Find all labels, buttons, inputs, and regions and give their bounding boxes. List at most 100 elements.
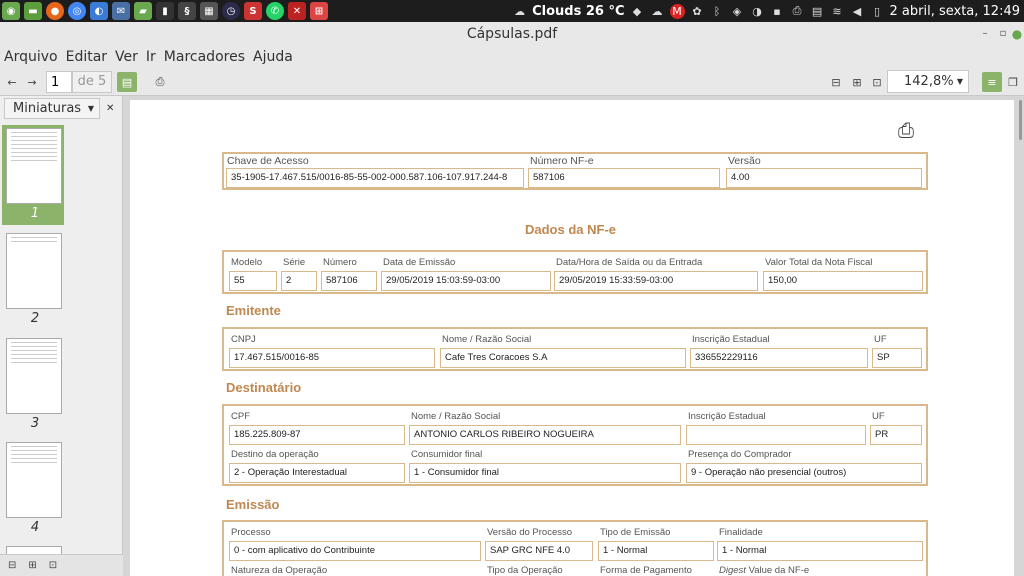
terminal-icon[interactable]: ▮ — [156, 2, 174, 20]
clock-icon[interactable]: ◷ — [222, 2, 240, 20]
bookmark-add-icon[interactable]: ⊡ — [49, 560, 57, 571]
cnpj-label: CNPJ — [231, 334, 256, 345]
thumbnail-page-1[interactable] — [6, 128, 62, 204]
wifi-icon[interactable]: ≋ — [830, 4, 845, 19]
saida-value: 29/05/2019 15:33:59-03:00 — [554, 271, 758, 291]
volume-icon[interactable]: ◀ — [850, 4, 865, 19]
firefox-icon[interactable]: ● — [46, 2, 64, 20]
folder-icon[interactable]: ▰ — [134, 2, 152, 20]
forward-icon[interactable]: → — [24, 72, 40, 92]
dest-ie-label: Inscrição Estadual — [688, 411, 766, 422]
serie-label: Série — [283, 257, 306, 268]
continuous-view-icon[interactable]: ⊟ — [830, 72, 842, 92]
dest-uf-value: PR — [870, 425, 922, 445]
mega-icon[interactable]: M — [669, 3, 685, 19]
maximize-icon[interactable]: ▫ — [996, 27, 1010, 41]
bluetooth-icon[interactable]: ᛒ — [710, 4, 725, 19]
printer-icon[interactable]: ⎙ — [790, 4, 805, 19]
thumbnail-label: 3 — [30, 416, 40, 431]
emissao-label: Data de Emissão — [383, 257, 456, 268]
window-titlebar: Cápsulas.pdf – ▫ ● — [0, 22, 1024, 46]
fit-page-icon[interactable]: ⊡ — [871, 72, 883, 92]
menu-ir[interactable]: Ir — [142, 49, 160, 65]
clipboard-icon[interactable]: ▤ — [810, 4, 825, 19]
clock-text[interactable]: 2 abril, sexta, 12:49 — [890, 4, 1020, 19]
section-destinatario-title: Destinatário — [226, 380, 302, 395]
destino-value: 2 - Operação Interestadual — [229, 463, 405, 483]
presenca-value: 9 - Operação não presencial (outros) — [686, 463, 922, 483]
menu-arquivo[interactable]: Arquivo — [0, 49, 62, 65]
settings-icon[interactable]: § — [178, 2, 196, 20]
flag-icon[interactable]: ✕ — [288, 2, 306, 20]
browser-icon[interactable]: ◐ — [90, 2, 108, 20]
sidebar-mode-select[interactable]: Miniaturas ▼ — [4, 97, 100, 119]
mail-icon[interactable]: ✉ — [112, 2, 130, 20]
menu-editar[interactable]: Editar — [62, 49, 111, 65]
chave-value: 35-1905-17.467.515/0016-85-55-002-000.58… — [226, 168, 524, 188]
app-icon[interactable]: S — [244, 2, 262, 20]
dropbox-icon[interactable]: ◆ — [630, 4, 645, 19]
processo-value: 0 - com aplicativo do Contribuinte — [229, 541, 481, 561]
print-icon[interactable]: ⎙ — [152, 72, 168, 92]
weather-text[interactable]: Clouds 26 °C — [532, 4, 624, 19]
section-emissao-title: Emissão — [226, 497, 280, 512]
finalidade-label: Finalidade — [719, 527, 763, 538]
thumbnail-label: 4 — [30, 520, 40, 535]
access-key-box: Chave de Acesso 35-1905-17.467.515/0016-… — [222, 152, 928, 190]
menu-hamburger-icon[interactable]: ≡ — [982, 72, 1002, 92]
menu-icon[interactable]: ◉ — [2, 2, 20, 20]
collapse-all-icon[interactable]: ⊟ — [8, 560, 16, 571]
calculator-icon[interactable]: ▦ — [200, 2, 218, 20]
shield-icon[interactable]: ◈ — [730, 4, 745, 19]
dual-page-icon[interactable]: ⊞ — [851, 72, 863, 92]
emitente-nome-label: Nome / Razão Social — [442, 334, 532, 345]
game-icon[interactable]: ⊞ — [310, 2, 328, 20]
menu-ver[interactable]: Ver — [111, 49, 142, 65]
zoom-select[interactable]: 142,8% ▼ — [887, 70, 969, 93]
sidebar-toggle-icon[interactable]: ▤ — [117, 72, 137, 92]
natureza-label: Natureza da Operação — [231, 565, 328, 576]
dest-uf-label: UF — [872, 411, 885, 422]
thumbnail-page-4[interactable] — [6, 442, 62, 518]
numero-nfe-value: 587106 — [528, 168, 720, 188]
chrome-icon[interactable]: ◎ — [68, 2, 86, 20]
emitente-ie-value: 336552229116 — [690, 348, 868, 368]
pdf-page: ⎙ Chave de Acesso 35-1905-17.467.515/001… — [130, 100, 1014, 576]
section-emitente-title: Emitente — [226, 303, 281, 318]
emitente-ie-label: Inscrição Estadual — [692, 334, 770, 345]
battery-icon[interactable]: ▯ — [870, 4, 885, 19]
tipo-operacao-label: Tipo da Operação — [487, 565, 563, 576]
menu-ajuda[interactable]: Ajuda — [249, 49, 297, 65]
chat-icon[interactable]: ▪ — [770, 4, 785, 19]
modelo-label: Modelo — [231, 257, 263, 268]
vpn-icon[interactable]: ◑ — [750, 4, 765, 19]
page-number-input[interactable] — [46, 71, 72, 93]
dest-nome-label: Nome / Razão Social — [411, 411, 501, 422]
document-view[interactable]: ⎙ Chave de Acesso 35-1905-17.467.515/001… — [124, 96, 1024, 576]
files-icon[interactable]: ▬ — [24, 2, 42, 20]
close-icon[interactable]: ● — [1010, 27, 1024, 41]
sidebar-footer: ⊟ ⊞ ⊡ — [0, 554, 123, 576]
dados-box: Modelo 55 Série 2 Número 587106 Data de … — [222, 250, 928, 294]
window-title: Cápsulas.pdf — [466, 26, 558, 42]
dest-nome-value: ANTONIO CARLOS RIBEIRO NOGUEIRA — [409, 425, 681, 445]
updates-icon[interactable]: ✿ — [690, 4, 705, 19]
emissao-value: 29/05/2019 15:03:59-03:00 — [381, 271, 551, 291]
thumbnail-page-2[interactable] — [6, 233, 62, 309]
consumidor-value: 1 - Consumidor final — [409, 463, 681, 483]
menu-marcadores[interactable]: Marcadores — [160, 49, 249, 65]
nextcloud-icon[interactable]: ☁ — [650, 4, 665, 19]
vertical-scrollbar[interactable] — [1018, 96, 1024, 576]
back-icon[interactable]: ← — [4, 72, 20, 92]
sidebar-close-icon[interactable]: ✕ — [106, 103, 114, 114]
expand-all-icon[interactable]: ⊞ — [28, 560, 36, 571]
thumbnail-page-3[interactable] — [6, 338, 62, 414]
serie-value: 2 — [281, 271, 317, 291]
print-icon[interactable]: ⎙ — [898, 118, 914, 142]
emitente-box: CNPJ 17.467.515/0016-85 Nome / Razão Soc… — [222, 327, 928, 371]
page-count: de 5 — [72, 71, 112, 93]
minimize-icon[interactable]: – — [978, 27, 992, 41]
scrollbar-thumb[interactable] — [1019, 100, 1022, 140]
whatsapp-icon[interactable]: ✆ — [266, 2, 284, 20]
annotations-icon[interactable]: ❐ — [1006, 72, 1020, 92]
